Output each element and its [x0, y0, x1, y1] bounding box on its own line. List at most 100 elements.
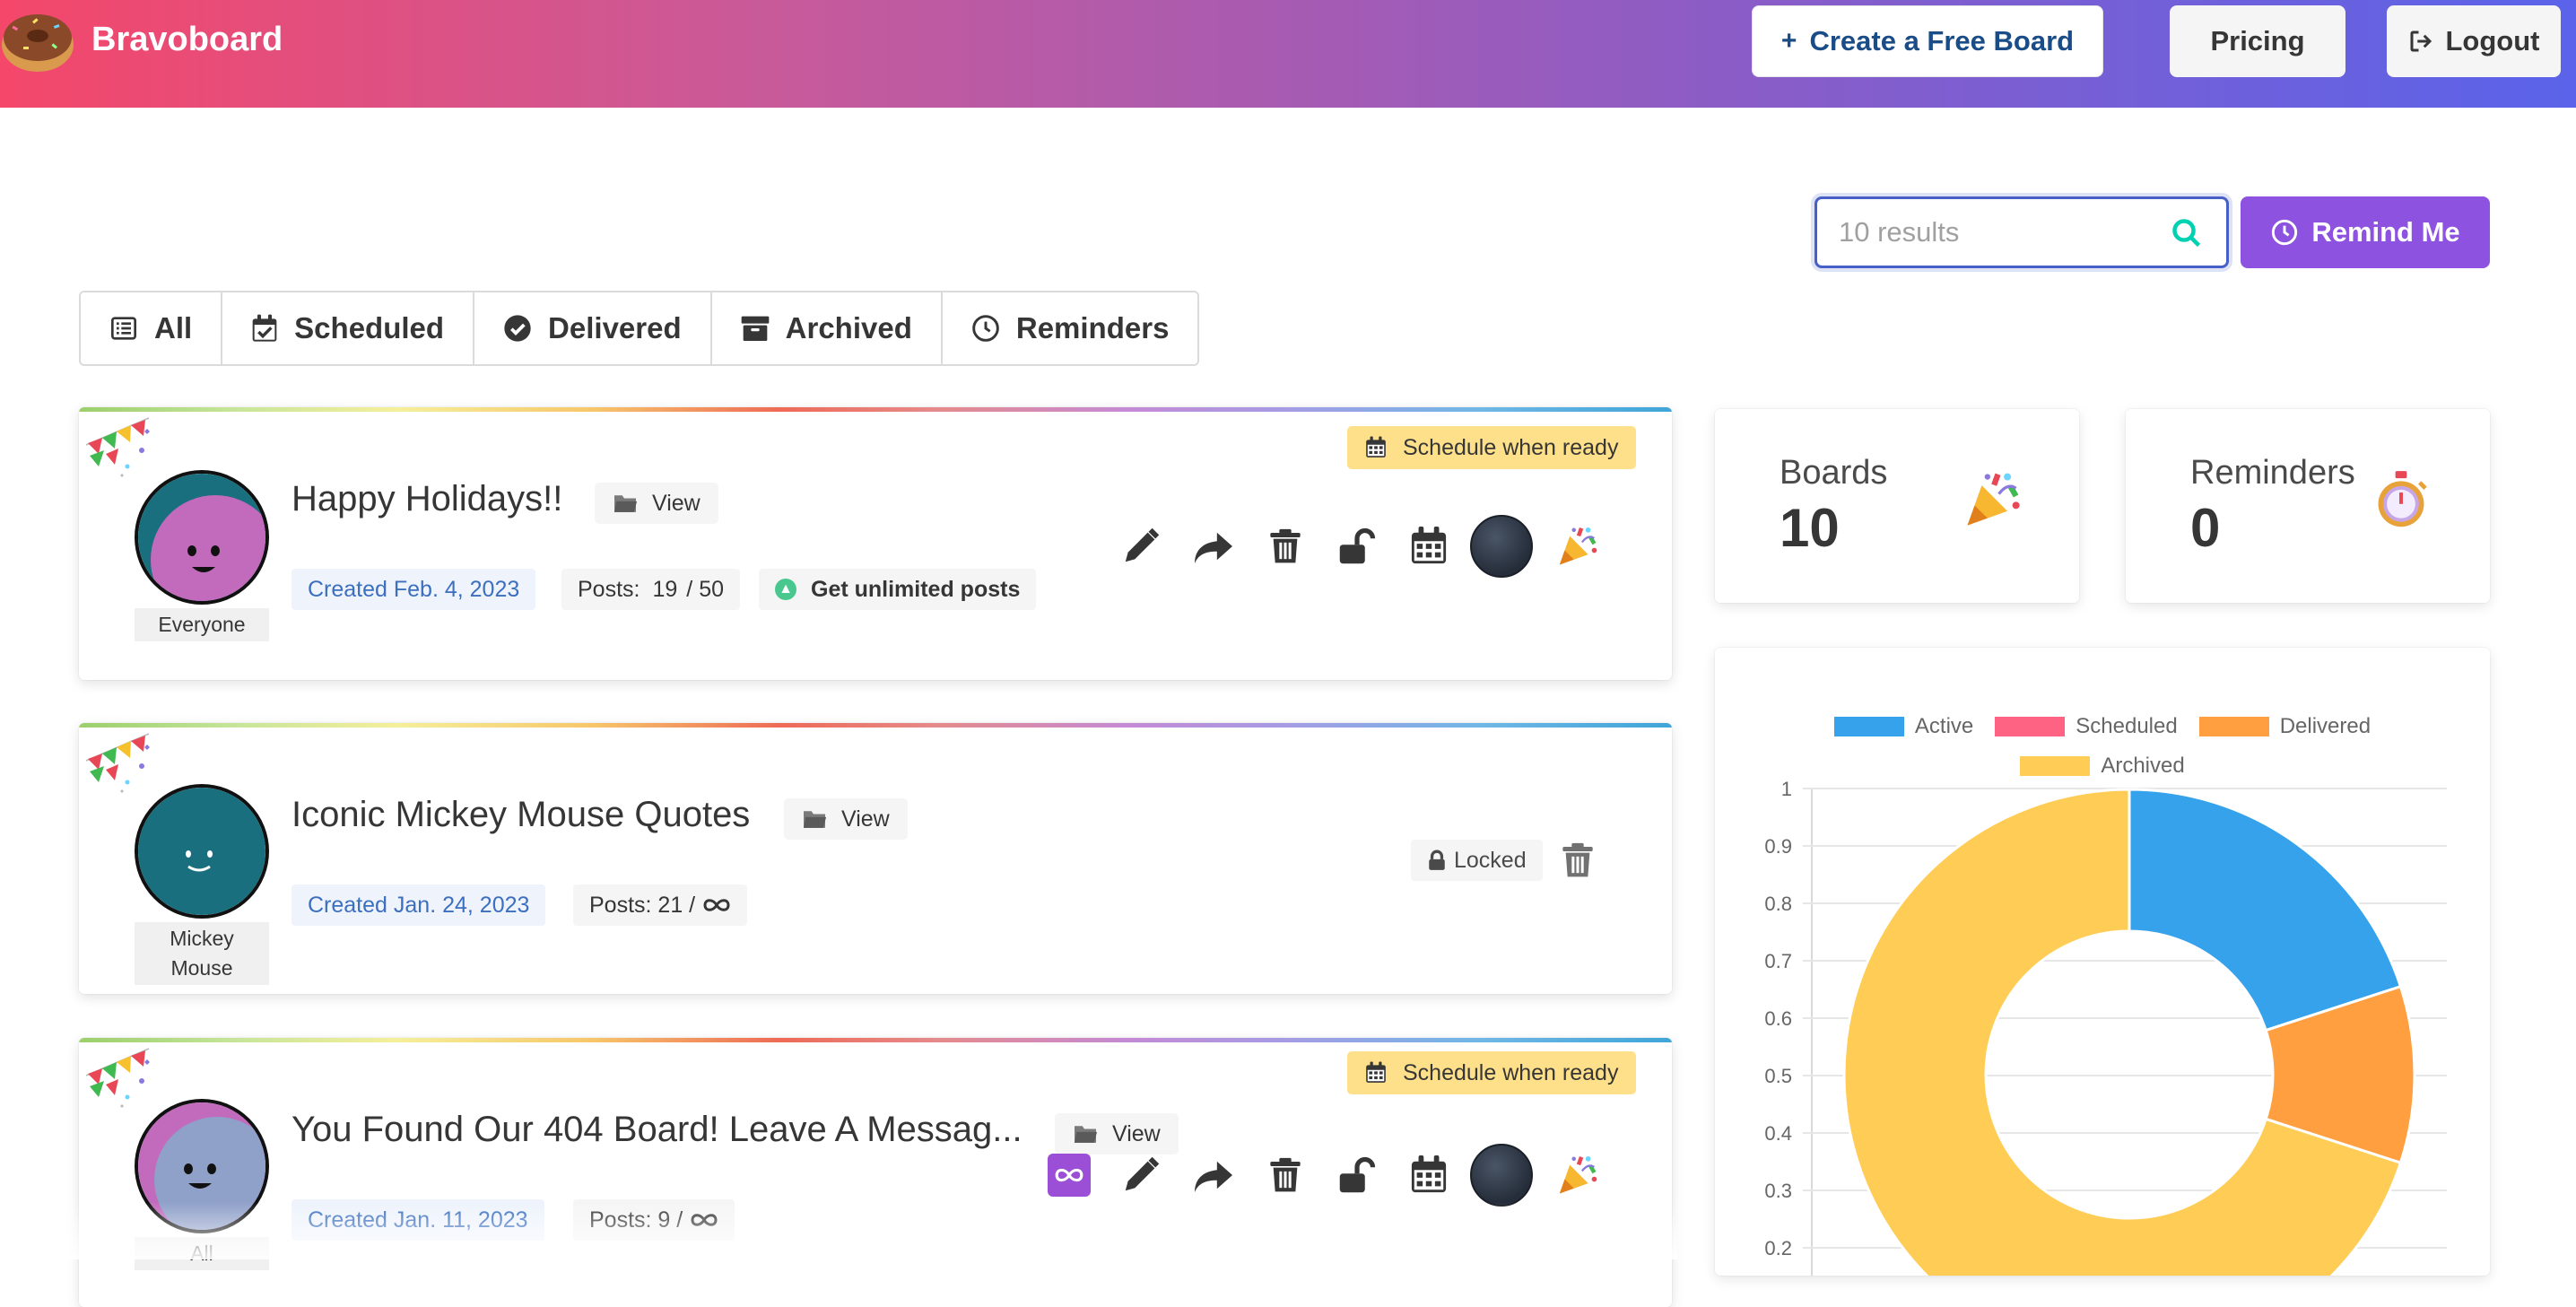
boards-stat-value: 10	[1780, 498, 1840, 558]
party-popper-icon	[1558, 1155, 1598, 1195]
party-popper-icon	[1558, 526, 1598, 566]
party-popper-icon	[1965, 471, 2022, 527]
share-button[interactable]	[1191, 1153, 1236, 1198]
calendar-icon	[1411, 527, 1447, 564]
board-card[interactable]: All You Found Our 404 Board! Leave A Mes…	[79, 1038, 1672, 1307]
board-card[interactable]: Mickey Mouse Iconic Mickey Mouse Quotes …	[79, 723, 1672, 994]
confetti-icon	[85, 733, 151, 794]
unlock-icon	[1338, 527, 1376, 566]
view-board-button[interactable]: View	[784, 798, 908, 840]
edit-button[interactable]	[1118, 1153, 1163, 1198]
brand-name: Bravoboard	[91, 20, 283, 58]
get-unlimited-posts-button[interactable]: ▲ Get unlimited posts	[759, 569, 1037, 610]
tab-archived[interactable]: Archived	[712, 292, 943, 364]
delete-button[interactable]	[1263, 524, 1308, 569]
plus-icon: +	[1780, 26, 1797, 56]
share-button[interactable]	[1191, 524, 1236, 569]
reminders-stat-label: Reminders	[2190, 454, 2355, 492]
slice-active	[2128, 788, 2403, 1033]
boards-stat-label: Boards	[1780, 454, 1888, 492]
arrow-up-circle-icon: ▲	[775, 579, 796, 600]
calendar-icon	[1411, 1155, 1447, 1193]
boards-stat-card: Boards 10	[1715, 409, 2079, 603]
y-tick-label: 0.9	[1764, 835, 1792, 858]
pricing-label: Pricing	[2210, 25, 2305, 57]
clock-icon	[2272, 219, 2298, 246]
avatar[interactable]	[135, 470, 269, 605]
pricing-button[interactable]: Pricing	[2170, 5, 2345, 77]
rainbow-strip	[79, 723, 1672, 728]
created-date-tag: Created Jan. 24, 2023	[292, 884, 546, 926]
unlimited-label: Get unlimited posts	[811, 576, 1021, 602]
board-title[interactable]: You Found Our 404 Board! Leave A Messag.…	[292, 1110, 1023, 1150]
avatar[interactable]	[135, 1099, 269, 1233]
infinity-icon	[703, 899, 730, 911]
avatar-face-icon	[138, 788, 265, 915]
schedule-when-ready-badge[interactable]: Schedule when ready	[1347, 426, 1637, 469]
y-tick-label: 1	[1781, 778, 1792, 800]
search-input[interactable]	[1839, 216, 2162, 248]
delete-button[interactable]	[1263, 1153, 1308, 1198]
avatar-face-icon	[138, 474, 265, 601]
edit-button[interactable]	[1118, 524, 1163, 569]
tab-scheduled[interactable]: Scheduled	[222, 292, 475, 364]
filter-tabs: All Scheduled Delivered Archived Reminde…	[79, 291, 1200, 366]
calendar-icon	[1366, 436, 1386, 457]
tab-label: Scheduled	[294, 311, 445, 344]
trash-icon	[1270, 1157, 1301, 1192]
pencil-icon	[1120, 526, 1162, 567]
y-tick-label: 0.5	[1764, 1065, 1792, 1087]
unlimited-posts-button[interactable]	[1048, 1154, 1091, 1197]
view-label: View	[652, 490, 701, 516]
y-tick-label: 0.3	[1764, 1180, 1792, 1202]
locked-badge: Locked	[1411, 840, 1543, 881]
search-field[interactable]	[1815, 196, 2229, 268]
schedule-button[interactable]	[1406, 1153, 1451, 1198]
posts-count: 19	[652, 576, 678, 602]
y-tick-label: 0.6	[1764, 1007, 1792, 1030]
share-icon	[1195, 1161, 1232, 1193]
y-tick-label: 0.8	[1764, 893, 1792, 915]
brand[interactable]: Bravoboard	[0, 0, 283, 79]
celebrate-button[interactable]	[1553, 524, 1598, 569]
created-date-tag: Created Jan. 11, 2023	[292, 1199, 544, 1241]
schedule-when-ready-badge[interactable]: Schedule when ready	[1347, 1051, 1637, 1094]
tab-delivered[interactable]: Delivered	[474, 292, 712, 364]
pencil-icon	[1120, 1155, 1162, 1196]
schedule-label: Schedule when ready	[1403, 434, 1619, 460]
view-board-button[interactable]: View	[595, 483, 718, 524]
theme-color-button[interactable]	[1470, 515, 1533, 578]
posts-text: Posts: 9 /	[589, 1207, 683, 1233]
board-card[interactable]: Everyone Happy Holidays!! View Created F…	[79, 407, 1672, 680]
logout-button[interactable]: Logout	[2387, 5, 2561, 77]
avatar-label: All	[135, 1237, 269, 1270]
board-title[interactable]: Happy Holidays!!	[292, 479, 562, 519]
avatar[interactable]	[135, 784, 269, 919]
infinity-icon	[691, 1214, 718, 1226]
delete-button[interactable]	[1555, 838, 1600, 883]
view-label: View	[841, 806, 890, 832]
schedule-button[interactable]	[1406, 524, 1451, 569]
remind-me-button[interactable]: Remind Me	[2241, 196, 2490, 268]
celebrate-button[interactable]	[1553, 1153, 1598, 1198]
board-title[interactable]: Iconic Mickey Mouse Quotes	[292, 795, 750, 835]
folder-open-icon	[804, 811, 827, 828]
search-icon[interactable]	[2171, 217, 2203, 249]
tab-all[interactable]: All	[81, 292, 223, 364]
calendar-check-icon	[252, 314, 277, 342]
top-navbar: Bravoboard + Create a Free Board Pricing…	[0, 0, 2576, 108]
calendar-icon	[1366, 1061, 1386, 1083]
confetti-icon	[85, 1048, 151, 1109]
create-free-board-button[interactable]: + Create a Free Board	[1752, 5, 2103, 77]
trash-icon	[1562, 842, 1593, 877]
reminders-stat-card: Reminders 0	[2126, 409, 2490, 603]
unlock-button[interactable]	[1335, 1153, 1379, 1198]
unlock-button[interactable]	[1335, 524, 1379, 569]
folder-open-icon	[1075, 1126, 1098, 1143]
share-icon	[1195, 532, 1232, 564]
tab-reminders[interactable]: Reminders	[943, 292, 1198, 364]
theme-color-button[interactable]	[1470, 1144, 1533, 1207]
avatar-face-icon	[138, 1102, 265, 1230]
view-board-button[interactable]: View	[1055, 1113, 1179, 1155]
create-board-label: Create a Free Board	[1809, 25, 2075, 57]
